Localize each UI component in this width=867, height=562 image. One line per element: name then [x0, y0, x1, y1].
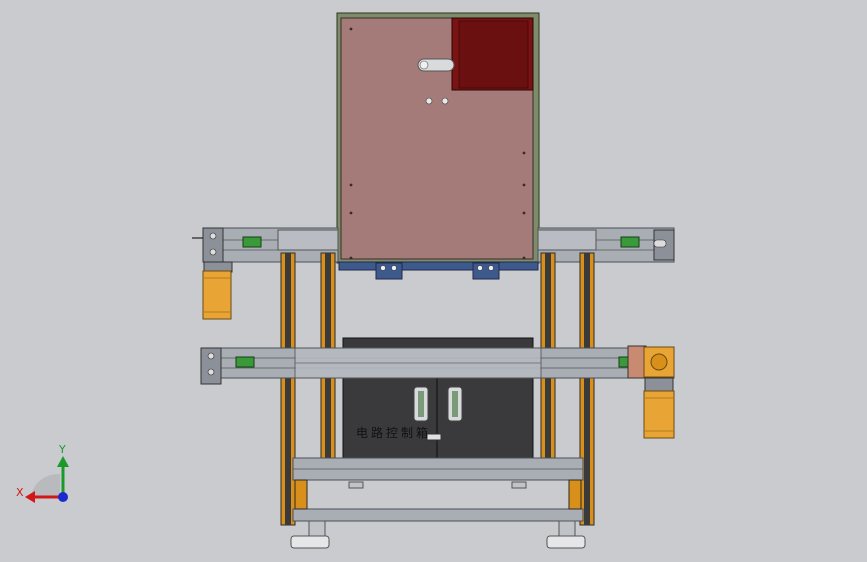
upper-enclosure — [336, 12, 540, 280]
z-axis-dot — [58, 492, 68, 502]
upper-motor — [202, 261, 233, 320]
guide-block — [242, 236, 262, 248]
lower-motor — [627, 345, 675, 439]
y-axis-label: Y — [59, 443, 66, 456]
x-axis-label: X — [16, 486, 24, 499]
guide-block — [620, 236, 640, 248]
base-frame — [292, 457, 584, 522]
leveling-feet — [290, 520, 586, 549]
cad-viewport[interactable] — [0, 0, 867, 562]
axis-triad — [25, 456, 69, 503]
guide-block — [235, 356, 255, 368]
bottom-bracket — [338, 261, 539, 271]
control-box-label: 电路控制箱 — [356, 426, 432, 440]
